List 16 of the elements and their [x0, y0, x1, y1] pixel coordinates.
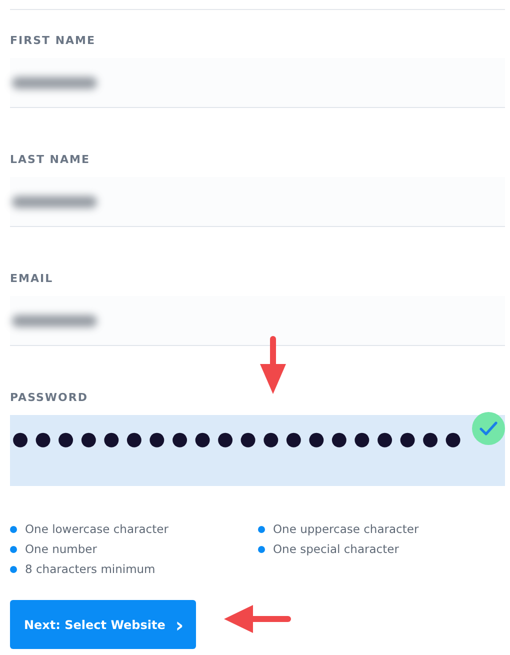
- password-field[interactable]: ●●●●●●●●●●●●●●●●●●●●: [10, 415, 505, 486]
- requirement-text: 8 characters minimum: [25, 562, 156, 576]
- arrow-icon: [258, 336, 288, 396]
- requirement-text: One special character: [273, 542, 399, 556]
- field-label: LAST NAME: [10, 153, 91, 166]
- field-label: PASSWORD: [10, 391, 90, 404]
- input-field[interactable]: [10, 177, 505, 227]
- field-label: FIRST NAME: [10, 34, 97, 47]
- requirement-text: One number: [25, 542, 97, 556]
- requirement-text: One uppercase character: [273, 522, 419, 536]
- field-label: EMAIL: [10, 272, 54, 285]
- password-dots: ●●●●●●●●●●●●●●●●●●●●: [11, 428, 468, 450]
- arrow-icon: [223, 604, 291, 634]
- requirement-text: One lowercase character: [25, 522, 168, 536]
- input-field[interactable]: [10, 58, 505, 108]
- input-field[interactable]: [10, 296, 505, 346]
